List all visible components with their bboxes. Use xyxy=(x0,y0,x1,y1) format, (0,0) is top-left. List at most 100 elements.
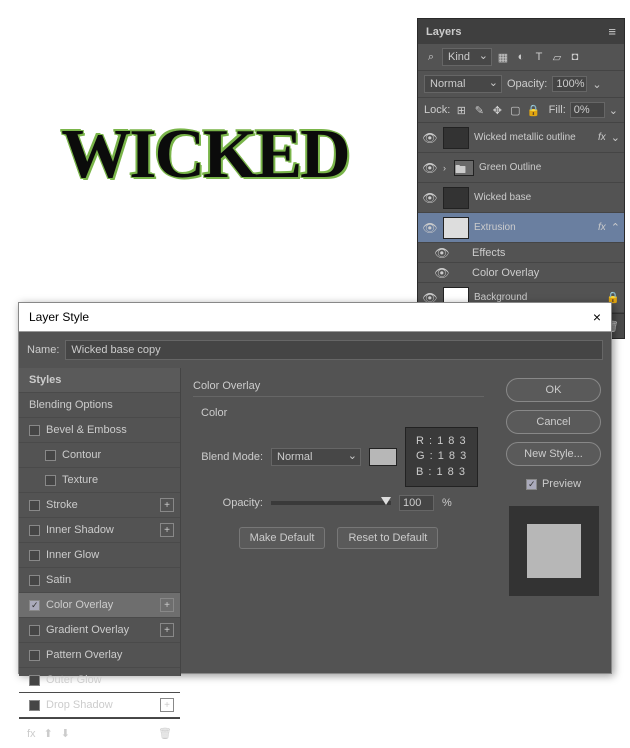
style-inner-shadow[interactable]: Inner Shadow+ xyxy=(19,518,180,543)
layer-name: Extrusion xyxy=(474,222,593,233)
visibility-icon[interactable]: 👁 xyxy=(422,221,438,235)
down-icon[interactable]: ⬇ xyxy=(61,727,70,740)
visibility-icon[interactable]: 👁 xyxy=(422,161,438,175)
blend-mode-dropdown[interactable]: Normal xyxy=(424,75,502,93)
effects-label: Effects xyxy=(472,247,505,259)
fx-badge[interactable]: fx xyxy=(598,222,606,233)
layer-row[interactable]: 👁 Extrusion fx ⌃ xyxy=(418,213,624,243)
style-drop-shadow[interactable]: Drop Shadow+ xyxy=(19,693,180,718)
chevron-up-icon[interactable]: ⌃ xyxy=(611,221,620,234)
lock-brush-icon[interactable]: ✎ xyxy=(472,103,486,117)
filter-type-icon[interactable]: T xyxy=(532,50,546,64)
chevron-down-icon[interactable]: ⌄ xyxy=(611,131,620,144)
name-input[interactable] xyxy=(65,340,603,360)
visibility-icon[interactable]: 👁 xyxy=(422,131,438,145)
fill-input[interactable]: 0% xyxy=(570,102,605,118)
layers-title: Layers xyxy=(426,26,461,38)
layer-name: Wicked base xyxy=(474,192,620,203)
lock-artboard-icon[interactable]: ▢ xyxy=(508,103,522,117)
chevron-down-icon[interactable]: ⌄ xyxy=(592,78,601,91)
style-bevel[interactable]: Bevel & Emboss xyxy=(19,418,180,443)
canvas-area: WICKED xyxy=(0,20,410,290)
panel-menu-icon[interactable]: ≡ xyxy=(608,24,616,39)
preview-toggle[interactable]: Preview xyxy=(526,478,581,490)
style-contour[interactable]: Contour xyxy=(19,443,180,468)
style-color-overlay[interactable]: Color Overlay+ xyxy=(19,593,180,618)
layer-row[interactable]: 👁 Wicked base xyxy=(418,183,624,213)
style-outer-glow[interactable]: Outer Glow xyxy=(19,668,180,693)
dialog-titlebar[interactable]: Layer Style × xyxy=(19,303,611,332)
layer-filter-row: ⌕ Kind ▦ ◐ T ▱ ◘ xyxy=(418,44,624,71)
new-style-button[interactable]: New Style... xyxy=(506,442,601,466)
fill-label: Fill: xyxy=(549,104,566,116)
close-icon[interactable]: × xyxy=(593,309,601,325)
effect-name: Color Overlay xyxy=(472,267,539,279)
lock-transparency-icon[interactable]: ⊞ xyxy=(454,103,468,117)
layers-panel: Layers ≡ ⌕ Kind ▦ ◐ T ▱ ◘ Normal Opacity… xyxy=(417,18,625,339)
settings-panel: Color Overlay Color Blend Mode: Normal R… xyxy=(181,368,496,676)
fx-icon[interactable]: fx xyxy=(27,728,36,740)
preview-swatch xyxy=(509,506,599,596)
reset-default-button[interactable]: Reset to Default xyxy=(337,527,438,549)
opacity-value-input[interactable]: 100 xyxy=(399,495,434,511)
add-icon[interactable]: + xyxy=(160,498,174,512)
lock-move-icon[interactable]: ✥ xyxy=(490,103,504,117)
style-satin[interactable]: Satin xyxy=(19,568,180,593)
make-default-button[interactable]: Make Default xyxy=(239,527,326,549)
ok-button[interactable]: OK xyxy=(506,378,601,402)
visibility-icon[interactable]: 👁 xyxy=(434,246,450,260)
dialog-title: Layer Style xyxy=(29,310,89,324)
add-icon[interactable]: + xyxy=(160,623,174,637)
expand-icon[interactable]: › xyxy=(443,163,446,173)
dialog-buttons: OK Cancel New Style... Preview xyxy=(496,368,611,676)
add-icon[interactable]: + xyxy=(160,698,174,712)
visibility-icon[interactable]: 👁 xyxy=(422,191,438,205)
color-sublabel: Color xyxy=(201,407,484,419)
filter-smart-icon[interactable]: ◘ xyxy=(568,50,582,64)
style-inner-glow[interactable]: Inner Glow xyxy=(19,543,180,568)
styles-header[interactable]: Styles xyxy=(19,368,180,393)
fx-badge[interactable]: fx xyxy=(598,132,606,143)
cancel-button[interactable]: Cancel xyxy=(506,410,601,434)
trash-icon[interactable]: 🗑 xyxy=(158,727,172,740)
filter-pixel-icon[interactable]: ▦ xyxy=(496,50,510,64)
layers-panel-header: Layers ≡ xyxy=(418,19,624,44)
layer-name: Green Outline xyxy=(479,162,620,173)
lock-all-icon[interactable]: 🔒 xyxy=(526,103,540,117)
blend-mode-row: Normal Opacity: 100% ⌄ xyxy=(418,71,624,98)
overlay-blend-dropdown[interactable]: Normal xyxy=(271,448,361,466)
color-swatch[interactable] xyxy=(369,448,397,466)
wicked-artwork: WICKED xyxy=(61,115,348,195)
layer-row[interactable]: 👁 › 🖿 Green Outline xyxy=(418,153,624,183)
filter-kind-dropdown[interactable]: Kind xyxy=(442,48,492,66)
style-stroke[interactable]: Stroke+ xyxy=(19,493,180,518)
lock-row: Lock: ⊞ ✎ ✥ ▢ 🔒 Fill: 0% ⌄ xyxy=(418,98,624,123)
blend-mode-label: Blend Mode: xyxy=(193,451,263,463)
filter-adjust-icon[interactable]: ◐ xyxy=(514,50,528,64)
style-pattern-overlay[interactable]: Pattern Overlay xyxy=(19,643,180,668)
blending-options[interactable]: Blending Options xyxy=(19,393,180,418)
effect-item[interactable]: 👁 Color Overlay xyxy=(418,263,624,283)
style-gradient-overlay[interactable]: Gradient Overlay+ xyxy=(19,618,180,643)
layer-style-dialog: Layer Style × Name: Styles Blending Opti… xyxy=(18,302,612,674)
opacity-input[interactable]: 100% xyxy=(552,76,587,92)
layer-name: Wicked metallic outline xyxy=(474,132,593,143)
visibility-icon[interactable]: 👁 xyxy=(434,266,450,280)
chevron-down-icon[interactable]: ⌄ xyxy=(609,104,618,117)
layer-row[interactable]: 👁 Wicked metallic outline fx ⌄ xyxy=(418,123,624,153)
rgb-readout: R : 1 8 3 G : 1 8 3 B : 1 8 3 xyxy=(405,427,478,487)
add-icon[interactable]: + xyxy=(160,523,174,537)
overlay-opacity-label: Opacity: xyxy=(193,497,263,509)
preview-color xyxy=(527,524,581,578)
opacity-label: Opacity: xyxy=(507,78,547,90)
name-row: Name: xyxy=(19,332,611,368)
add-icon[interactable]: + xyxy=(160,598,174,612)
up-icon[interactable]: ⬆ xyxy=(44,727,53,740)
filter-shape-icon[interactable]: ▱ xyxy=(550,50,564,64)
effects-header[interactable]: 👁 Effects xyxy=(418,243,624,263)
style-texture[interactable]: Texture xyxy=(19,468,180,493)
section-title: Color Overlay xyxy=(193,380,484,397)
preview-checkbox[interactable] xyxy=(526,479,537,490)
opacity-slider[interactable] xyxy=(271,501,391,505)
percent-label: % xyxy=(442,497,452,509)
